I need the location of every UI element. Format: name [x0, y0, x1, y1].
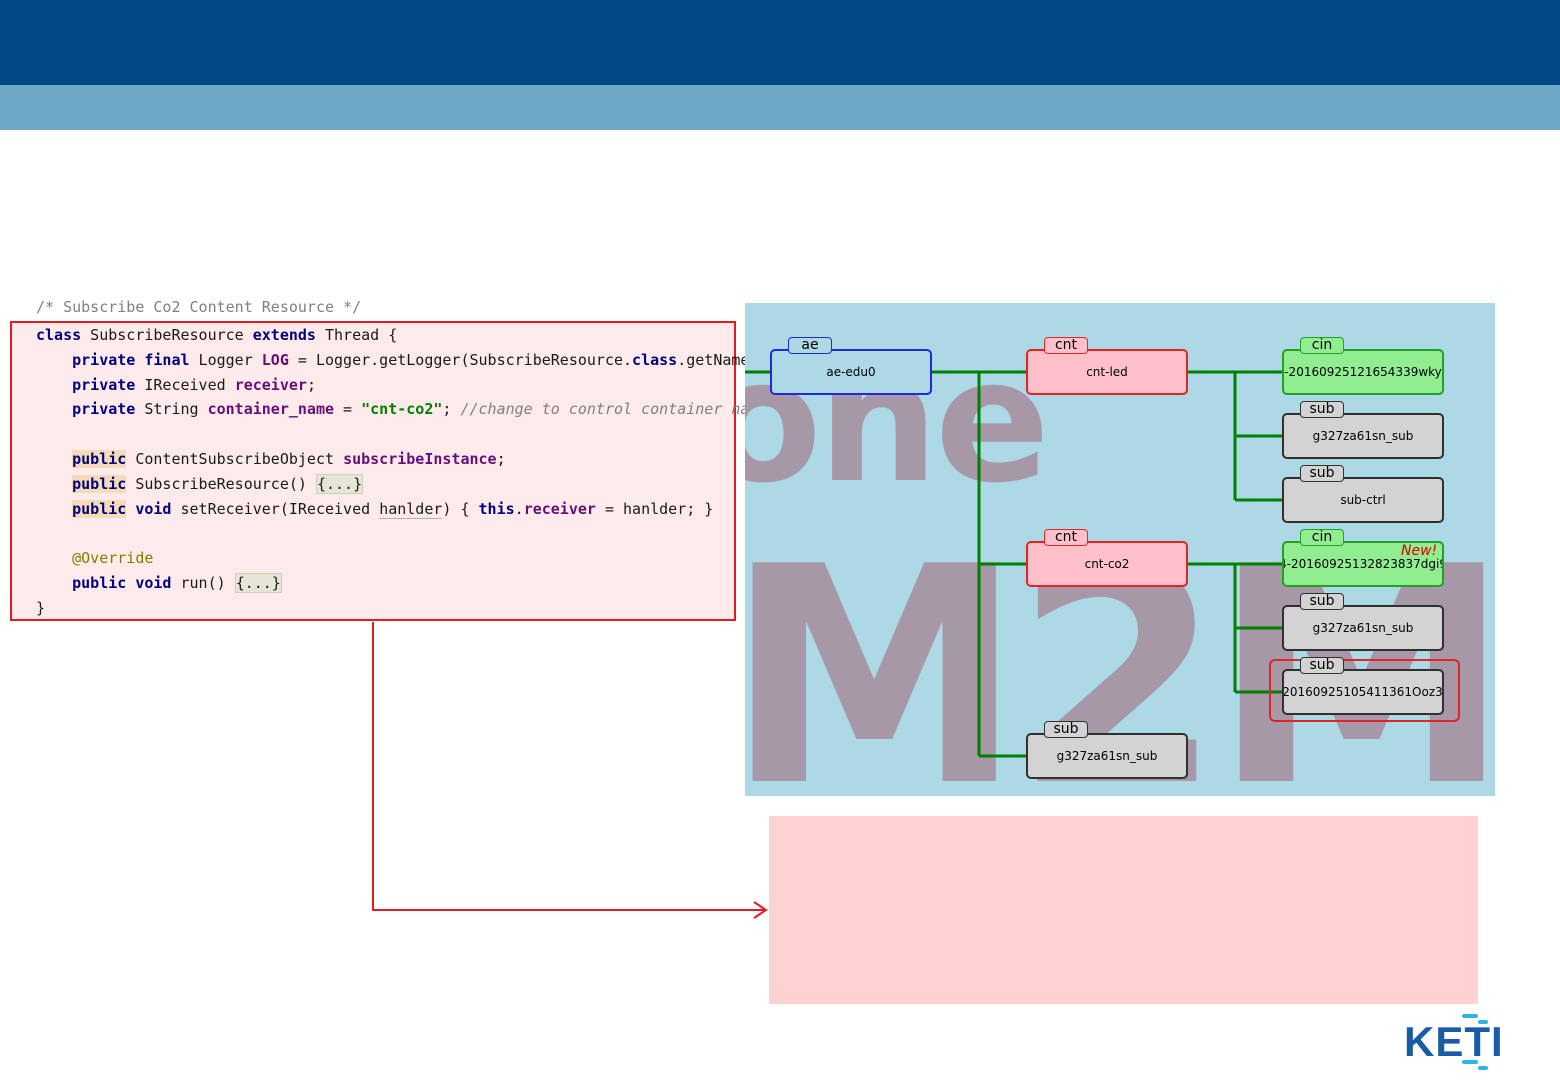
tree-node-ae[interactable]: ae-edu0	[770, 349, 932, 395]
node-label: g327za61sn_sub	[1312, 429, 1414, 443]
node-label: g327za61sn_sub	[1312, 621, 1414, 635]
node-type-tag: cnt	[1044, 529, 1088, 546]
node-label: sub-ctrl	[1340, 493, 1386, 507]
node-label: s20160925105411361Ooz3_rr	[1282, 685, 1443, 699]
node-type-tag: sub	[1300, 401, 1344, 418]
node-type-tag: cin	[1300, 529, 1344, 546]
node-type-tag: cin	[1300, 337, 1344, 354]
keti-logo: KETI	[1404, 1014, 1504, 1070]
new-badge: New!	[1401, 543, 1438, 559]
node-label: 4-20160925132823837dgi9	[1282, 557, 1444, 571]
tree-node-cin-led[interactable]: 4-20160925121654339wkyn	[1282, 349, 1444, 395]
node-type-tag: cnt	[1044, 337, 1088, 354]
tree-node-sub-co2-1[interactable]: g327za61sn_sub	[1282, 605, 1444, 651]
node-label: cnt-led	[1086, 365, 1128, 379]
description-box	[769, 816, 1478, 1004]
tree-node-cnt-led[interactable]: cnt-led	[1026, 349, 1188, 395]
tree-node-sub-led-1[interactable]: g327za61sn_sub	[1282, 413, 1444, 459]
node-type-tag: sub	[1300, 593, 1344, 610]
node-label: 4-20160925121654339wkyn	[1282, 365, 1444, 379]
tree-node-sub-ctrl[interactable]: sub-ctrl	[1282, 477, 1444, 523]
node-label: cnt-co2	[1084, 557, 1130, 571]
node-label: ae-edu0	[826, 365, 876, 379]
resource-tree-panel: one M2M ae-edu0 ae cnt-led cnt 4-2016092…	[745, 303, 1495, 796]
tree-node-sub-co2-2[interactable]: s20160925105411361Ooz3_rr	[1282, 669, 1444, 715]
node-type-tag: sub	[1300, 465, 1344, 482]
tree-node-cnt-co2[interactable]: cnt-co2	[1026, 541, 1188, 587]
node-type-tag: sub	[1300, 657, 1344, 674]
node-type-tag: ae	[788, 337, 832, 354]
node-type-tag: sub	[1044, 721, 1088, 738]
logo-text: KETI	[1404, 1018, 1504, 1065]
tree-node-sub-ae[interactable]: g327za61sn_sub	[1026, 733, 1188, 779]
node-label: g327za61sn_sub	[1056, 749, 1158, 763]
